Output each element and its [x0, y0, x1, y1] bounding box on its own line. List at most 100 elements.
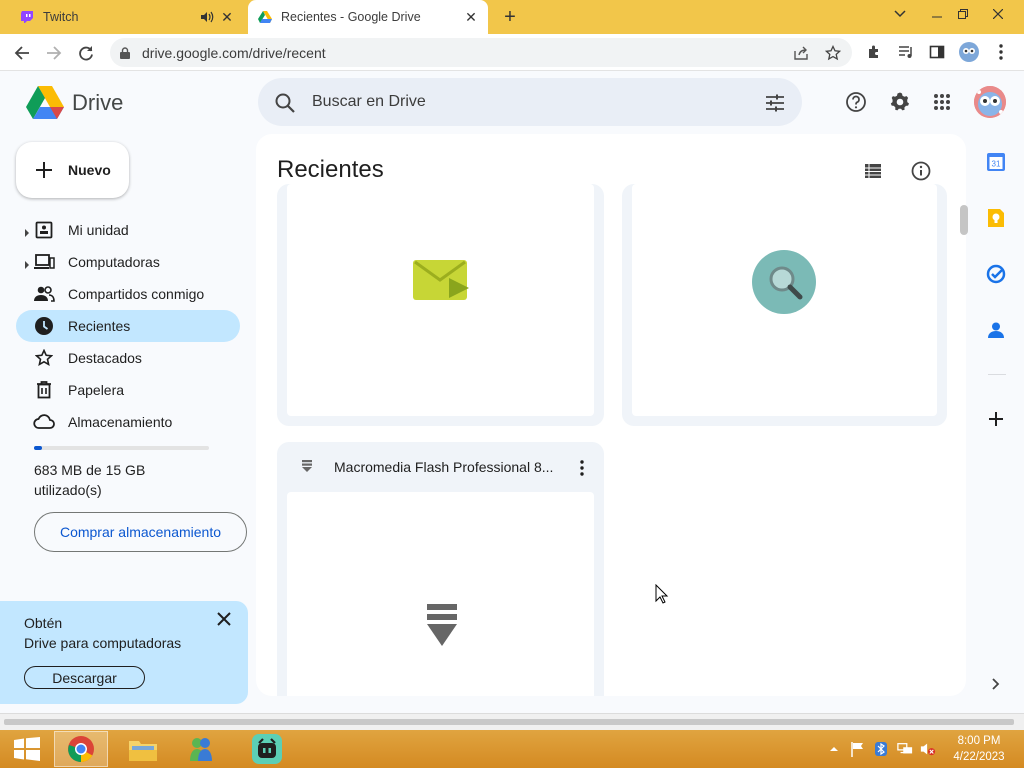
- sidebar-item-my-drive[interactable]: Mi unidad: [16, 214, 240, 246]
- close-tab-icon[interactable]: ✕: [220, 10, 234, 24]
- search-magnifier-icon: [752, 250, 816, 319]
- computers-icon: [33, 251, 55, 273]
- forward-icon[interactable]: [42, 41, 66, 65]
- svg-text:31: 31: [992, 160, 1001, 169]
- side-panel-divider: [988, 374, 1006, 375]
- search-bar: [258, 78, 802, 126]
- mail-video-icon: [413, 258, 471, 309]
- desktop-promo-banner: Obtén Drive para computadoras Descargar: [0, 601, 248, 704]
- address-bar[interactable]: drive.google.com/drive/recent: [110, 38, 852, 67]
- search-options-icon[interactable]: [764, 92, 786, 114]
- share-icon[interactable]: [792, 44, 810, 62]
- apps-grid-icon[interactable]: [930, 90, 954, 114]
- help-icon[interactable]: [844, 90, 868, 114]
- sidebar-item-storage[interactable]: Almacenamiento: [16, 406, 240, 438]
- promo-line2: Drive para computadoras: [24, 635, 182, 651]
- chevron-right-icon[interactable]: [985, 673, 1007, 695]
- sidebar-item-shared[interactable]: Compartidos conmigo: [16, 278, 240, 310]
- restore-icon[interactable]: [952, 2, 974, 26]
- system-clock[interactable]: 8:00 PM 4/22/2023: [946, 733, 1012, 765]
- close-icon[interactable]: [214, 609, 234, 629]
- close-window-icon[interactable]: [978, 2, 1018, 26]
- drive-brand-text[interactable]: Drive: [72, 90, 123, 116]
- new-tab-button[interactable]: +: [499, 6, 521, 28]
- expand-arrow-icon[interactable]: [24, 257, 30, 269]
- reload-icon[interactable]: [74, 41, 98, 65]
- bookmark-star-icon[interactable]: [824, 44, 842, 62]
- page-title: Recientes: [277, 156, 384, 183]
- sidebar-item-computers[interactable]: Computadoras: [16, 246, 240, 278]
- add-addon-icon[interactable]: [985, 408, 1007, 430]
- horizontal-scrollbar-thumb[interactable]: [4, 719, 1014, 725]
- contacts-icon[interactable]: [985, 319, 1007, 341]
- storage-usage-bar: [34, 446, 209, 450]
- horizontal-scrollbar[interactable]: [0, 713, 1024, 730]
- clock-time: 8:00 PM: [957, 735, 1001, 747]
- expand-arrow-icon[interactable]: [24, 225, 30, 237]
- info-icon[interactable]: [910, 160, 932, 182]
- file-card[interactable]: [277, 184, 604, 426]
- cloud-icon: [33, 411, 55, 433]
- taskbar-chrome[interactable]: [54, 731, 108, 767]
- file-thumbnail: [287, 492, 594, 696]
- url-text: drive.google.com/drive/recent: [142, 45, 326, 61]
- vertical-scrollbar[interactable]: [960, 205, 968, 235]
- buy-storage-button[interactable]: Comprar almacenamiento: [34, 512, 247, 552]
- file-card[interactable]: [622, 184, 947, 426]
- more-options-icon[interactable]: [571, 457, 593, 479]
- close-tab-icon[interactable]: ✕: [464, 10, 478, 24]
- volume-muted-icon[interactable]: [920, 741, 936, 757]
- sidebar-item-recent[interactable]: Recientes: [16, 310, 240, 342]
- sidebar-item-label: Mi unidad: [68, 222, 129, 238]
- profile-avatar-icon[interactable]: [959, 42, 979, 62]
- tab-twitch[interactable]: Twitch ✕: [12, 0, 244, 34]
- sidebar-item-trash[interactable]: Papelera: [16, 374, 240, 406]
- start-button[interactable]: [0, 731, 54, 767]
- sidebar-item-label: Computadoras: [68, 254, 160, 270]
- keep-icon[interactable]: [985, 207, 1007, 229]
- network-icon[interactable]: [897, 741, 913, 757]
- tab-search-icon[interactable]: [890, 2, 910, 26]
- file-thumbnail: [287, 184, 594, 416]
- tab-label: Recientes - Google Drive: [281, 10, 421, 24]
- media-controls-icon[interactable]: [896, 42, 916, 62]
- tasks-icon[interactable]: [985, 263, 1007, 285]
- storage-usage-fill: [34, 446, 42, 450]
- taskbar-file-explorer[interactable]: [116, 731, 170, 767]
- back-icon[interactable]: [10, 41, 34, 65]
- taskbar-app[interactable]: [240, 731, 294, 767]
- extensions-icon[interactable]: [864, 42, 884, 62]
- file-card[interactable]: [277, 442, 604, 696]
- speaker-icon[interactable]: [200, 10, 214, 24]
- mouse-cursor-icon: [655, 583, 669, 609]
- drive-icon: [258, 10, 272, 24]
- drive-logo-icon[interactable]: [26, 85, 64, 119]
- tab-google-drive[interactable]: Recientes - Google Drive ✕: [248, 0, 488, 34]
- shared-icon: [33, 283, 55, 305]
- browser-tabstrip: Twitch ✕ Recientes - Google Drive ✕ +: [0, 0, 1024, 34]
- browser-menu-icon[interactable]: [991, 42, 1011, 62]
- search-input[interactable]: [312, 90, 732, 114]
- bluetooth-icon[interactable]: [873, 741, 889, 757]
- sidebar-item-starred[interactable]: Destacados: [16, 342, 240, 374]
- minimize-icon[interactable]: [926, 2, 948, 26]
- taskbar-messenger[interactable]: [174, 731, 228, 767]
- account-avatar[interactable]: [974, 86, 1006, 118]
- action-center-flag-icon[interactable]: [850, 741, 866, 757]
- sidebar-item-label: Compartidos conmigo: [68, 286, 205, 302]
- show-hidden-icons-icon[interactable]: [826, 741, 842, 757]
- sidebar-item-label: Destacados: [68, 350, 142, 366]
- list-view-icon[interactable]: [862, 160, 884, 182]
- settings-gear-icon[interactable]: [888, 90, 912, 114]
- star-icon: [33, 347, 55, 369]
- twitch-icon: [20, 10, 34, 24]
- new-button[interactable]: Nuevo: [16, 142, 129, 198]
- side-panel-icon[interactable]: [927, 42, 947, 62]
- download-button[interactable]: Descargar: [24, 666, 145, 689]
- clock-date: 4/22/2023: [953, 751, 1005, 763]
- sidebar-item-label: Recientes: [68, 318, 131, 334]
- calendar-icon[interactable]: 31: [985, 151, 1007, 173]
- storage-usage-text: 683 MB de 15 GB utilizado(s): [34, 462, 146, 498]
- search-icon[interactable]: [274, 92, 296, 114]
- installer-icon: [427, 604, 457, 651]
